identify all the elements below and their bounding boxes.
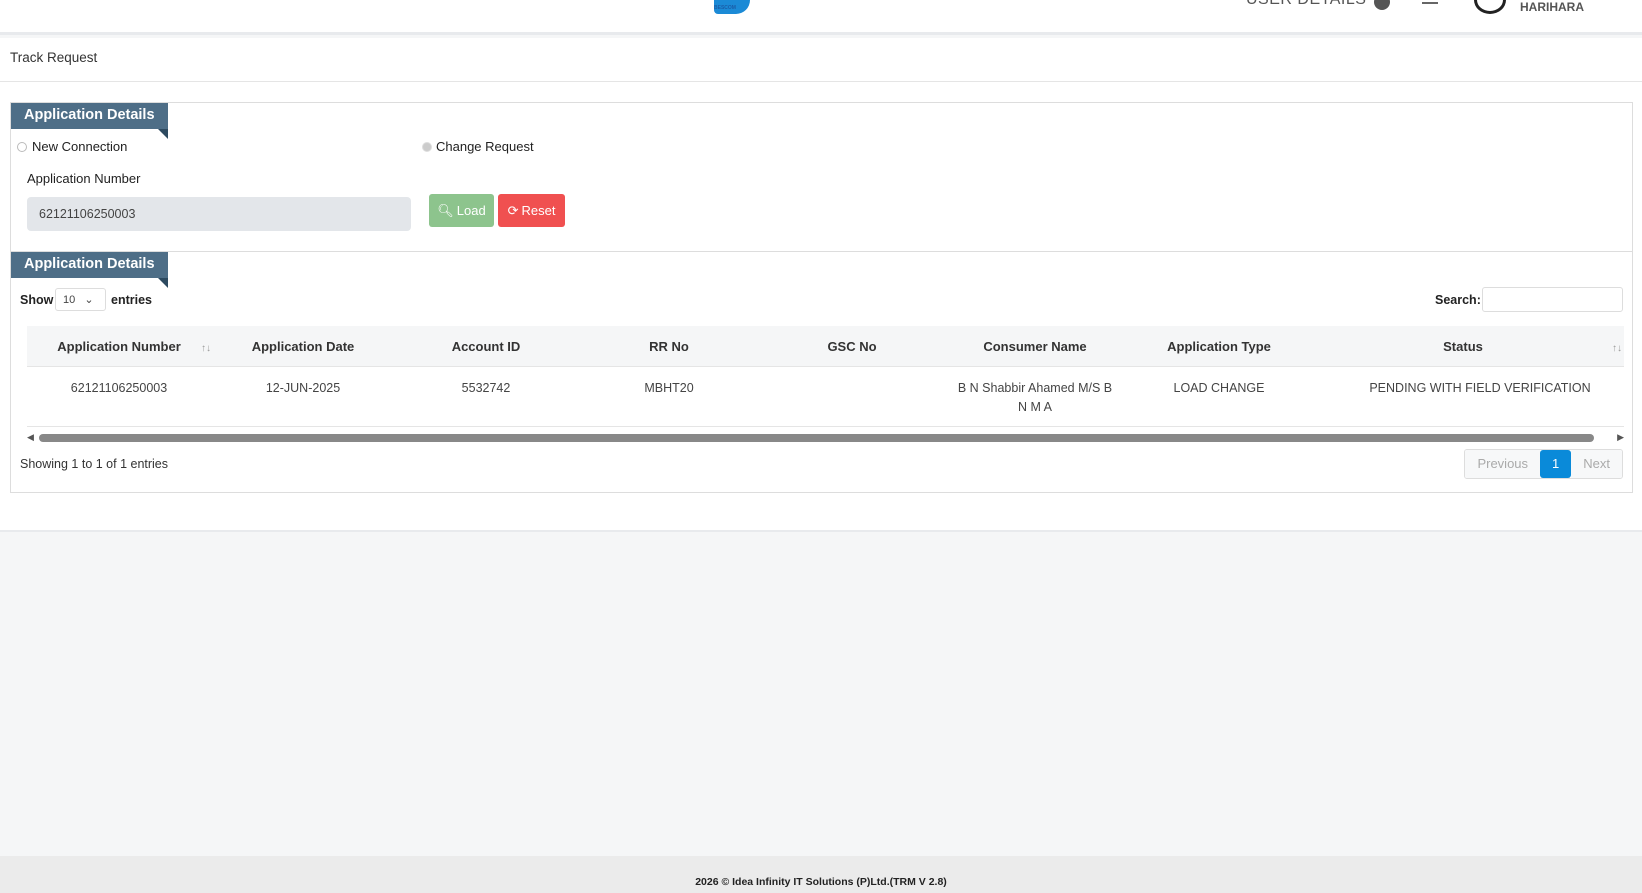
cell-status: PENDING WITH FIELD VERIFICATION [1369,381,1591,395]
entries-value: 10 [63,294,76,306]
cell-account-id: 5532742 [461,381,511,395]
page-1-button[interactable]: 1 [1540,450,1572,478]
col-status[interactable]: Status [1443,339,1483,354]
search-label: Search: [1435,293,1481,307]
col-application-number[interactable]: Application Number [57,339,181,354]
pagination: Previous 1 Next [1464,449,1623,479]
info-icon[interactable] [1374,0,1390,10]
avatar[interactable] [1474,0,1506,14]
chevron-down-icon: ⌄ [84,294,94,306]
top-header: BESCOM USER DETAILS HARIHARA [0,0,1642,35]
change-request-radio[interactable] [422,142,432,152]
load-label: Load [456,203,486,218]
search-panel: Application Details New Connection Chang… [10,102,1633,252]
panel-title: Application Details [11,252,168,288]
sort-icon[interactable]: ↑↓ [201,343,211,354]
footer: 2026 © Idea Infinity IT Solutions (P)Ltd… [0,856,1642,893]
load-button[interactable]: 🔍︎ Load [429,194,494,227]
col-account-id[interactable]: Account ID [452,339,521,354]
table-search-input[interactable] [1482,287,1623,312]
table-info: Showing 1 to 1 of 1 entries [20,457,169,471]
bell-icon[interactable] [1422,0,1438,4]
divider [0,81,1642,82]
user-details-link[interactable]: USER DETAILS [1246,0,1366,9]
entries-select[interactable]: 10 ⌄ [55,288,106,311]
col-rr-no[interactable]: RR No [649,339,689,354]
cell-rr-no: MBHT20 [644,381,694,395]
horizontal-scrollbar[interactable]: ◀ ▶ [27,432,1624,444]
new-connection-radio[interactable] [17,142,27,152]
application-number-input[interactable] [27,197,411,231]
next-button[interactable]: Next [1571,450,1622,478]
username: HARIHARA [1520,0,1584,14]
panel-title: Application Details [11,103,168,139]
reset-label: Reset [521,203,556,218]
sort-icon[interactable]: ↑↓ [1612,343,1622,354]
scroll-right-icon[interactable]: ▶ [1617,432,1624,443]
previous-button[interactable]: Previous [1465,450,1541,478]
col-gsc-no[interactable]: GSC No [827,339,876,354]
scrollbar-thumb[interactable] [39,434,1594,442]
col-application-type[interactable]: Application Type [1167,339,1271,354]
search-icon: 🔍︎ [437,202,454,218]
table-header: Application Number ↑↓ Application Date A… [27,326,1624,367]
scroll-left-icon[interactable]: ◀ [27,432,34,443]
app-number-label: Application Number [27,171,141,186]
cell-application-number: 62121106250003 [70,381,168,395]
cell-application-type: LOAD CHANGE [1173,381,1265,395]
col-consumer-name[interactable]: Consumer Name [983,339,1086,354]
reset-button[interactable]: ⟳ Reset [498,194,565,227]
logo-text: BESCOM [714,5,736,11]
main-content: Track Request Application Details New Co… [0,38,1642,532]
refresh-icon: ⟳ [507,202,519,218]
show-label: Show [20,293,54,307]
results-panel: Application Details Show 10 ⌄ entries Se… [10,251,1633,493]
new-connection-label[interactable]: New Connection [32,139,127,154]
col-application-date[interactable]: Application Date [252,339,355,354]
change-request-label[interactable]: Change Request [436,139,534,154]
cell-consumer-name: B N Shabbir Ahamed M/S B N M A [957,381,1113,414]
page-title: Track Request [10,50,98,65]
entries-label: entries [111,293,152,307]
cell-application-date: 12-JUN-2025 [265,381,341,395]
table-row[interactable]: 62121106250003 12-JUN-2025 5532742 MBHT2… [27,367,1624,427]
